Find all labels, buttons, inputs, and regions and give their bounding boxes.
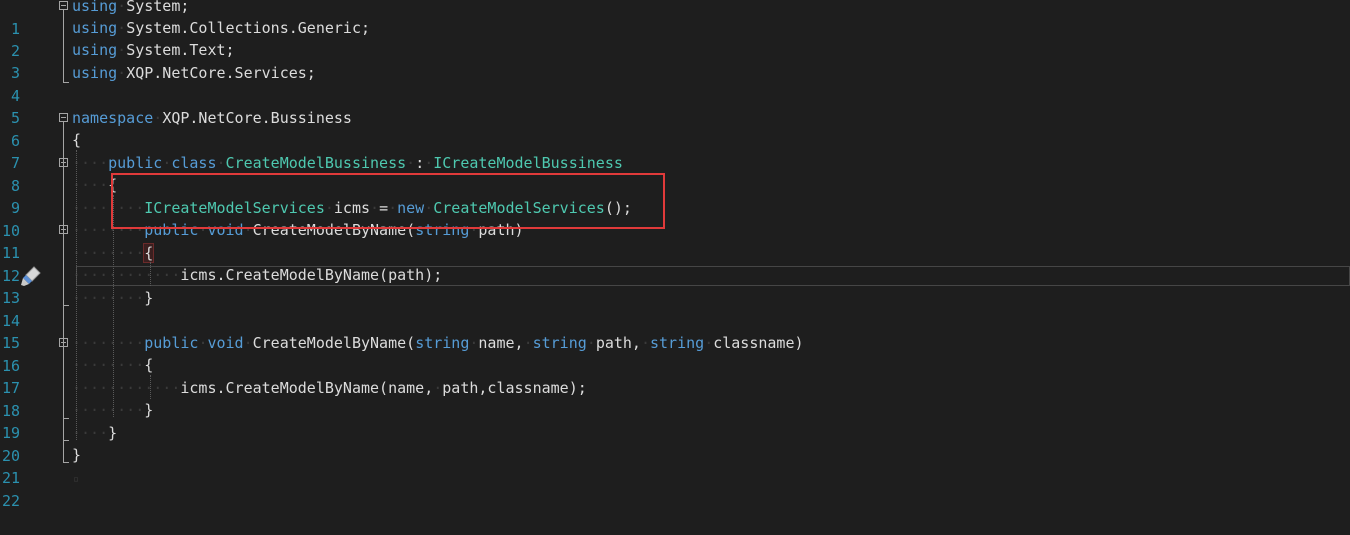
indent-guide — [150, 375, 151, 399]
code-line-14[interactable]: 14 ········} — [0, 287, 1350, 330]
outline-line — [63, 440, 69, 441]
code-text: using·System.Text; — [72, 41, 235, 59]
indent-guide — [150, 262, 151, 286]
outline-line — [63, 418, 69, 419]
code-line-15[interactable]: 15 — [0, 309, 1350, 352]
code-line-20[interactable]: 20 ····} — [0, 422, 1350, 465]
collapse-method-icon[interactable] — [59, 338, 68, 347]
code-editor[interactable]: 1 using·System; 2 using·System.Collectio… — [0, 0, 1350, 519]
code-line-1[interactable]: 1 using·System; — [0, 0, 1350, 38]
indent-guide — [76, 150, 77, 440]
collapse-using-icon[interactable] — [59, 1, 68, 10]
code-line-2[interactable]: 2 using·System.Collections.Generic; — [0, 17, 1350, 60]
code-line-13[interactable]: 13 ············icms.CreateModelByName(pa… — [0, 264, 1350, 307]
code-text: ········public·void·CreateModelByName(st… — [72, 334, 804, 352]
outline-line — [63, 305, 69, 306]
highlight-annotation-box — [111, 173, 665, 229]
code-line-6[interactable]: 6 namespace·XQP.NetCore.Bussiness — [0, 107, 1350, 150]
code-line-5[interactable]: 5 — [0, 84, 1350, 127]
code-line-16[interactable]: 16 ········public·void·CreateModelByName… — [0, 332, 1350, 375]
code-text: { — [72, 131, 82, 149]
line-number: 22 — [1, 491, 20, 510]
code-text: namespace·XQP.NetCore.Bussiness — [72, 109, 352, 127]
code-text: using·XQP.NetCore.Services; — [72, 64, 316, 82]
code-text: ····} — [72, 424, 118, 442]
quick-action-brush-icon[interactable] — [20, 265, 42, 287]
code-line-18[interactable]: 18 ············icms.CreateModelByName(na… — [0, 377, 1350, 420]
outline-line — [63, 82, 69, 83]
code-line-17[interactable]: 17 ········{ — [0, 354, 1350, 397]
code-line-7[interactable]: 7 { — [0, 129, 1350, 172]
code-line-22[interactable]: 22 — [0, 467, 1350, 510]
code-text: } — [72, 446, 82, 464]
collapse-class-icon[interactable] — [59, 158, 68, 167]
code-line-21[interactable]: 21 } — [0, 444, 1350, 487]
code-text: using·System; — [72, 0, 190, 15]
code-text: ····public·class·CreateModelBussiness·:·… — [72, 154, 623, 172]
code-line-4[interactable]: 4 using·XQP.NetCore.Services; — [0, 62, 1350, 105]
code-line-19[interactable]: 19 ········} — [0, 399, 1350, 442]
code-line-8[interactable]: 8 ····public·class·CreateModelBussiness·… — [0, 152, 1350, 195]
outline-line — [63, 10, 64, 82]
code-line-3[interactable]: 3 using·System.Text; — [0, 39, 1350, 82]
code-text: using·System.Collections.Generic; — [72, 19, 371, 37]
outline-line — [63, 122, 64, 462]
collapse-method-icon[interactable] — [59, 225, 68, 234]
outline-line — [63, 462, 69, 463]
code-text: ············icms.CreateModelByName(path)… — [72, 266, 443, 284]
collapse-namespace-icon[interactable] — [59, 113, 68, 122]
code-line-12[interactable]: 12 ········{ — [0, 242, 1350, 285]
end-of-file-marker: ▫ — [73, 474, 80, 485]
